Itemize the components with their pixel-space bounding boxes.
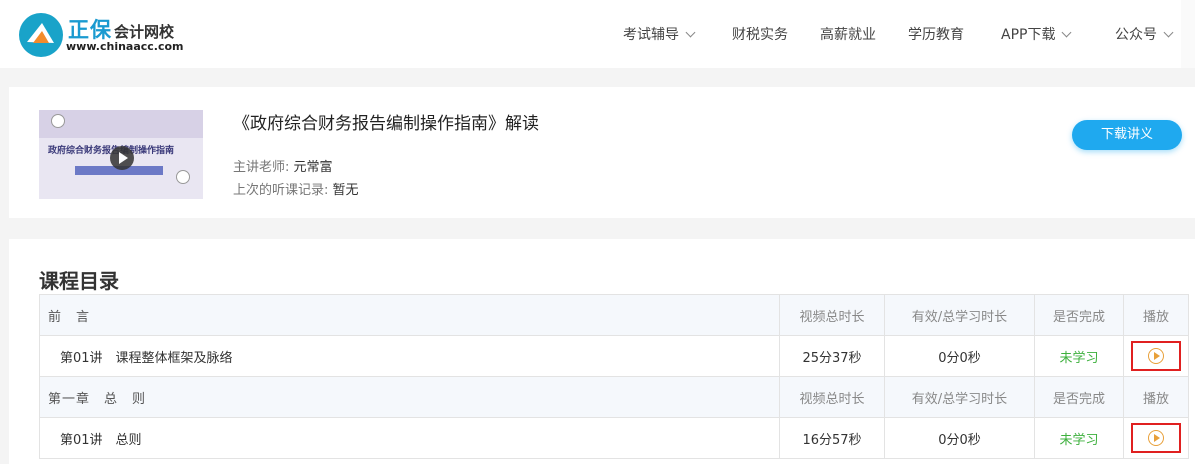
scrollbar[interactable] (1181, 0, 1195, 68)
section-row: 前 言 视频总时长 有效/总学习时长 是否完成 播放 (39, 294, 1189, 336)
catalog-title: 课程目录 (39, 269, 119, 293)
nav-wechat-account[interactable]: 公众号 (1115, 24, 1174, 44)
logo-icon (19, 13, 63, 57)
section-row: 第一章 总 则 视频总时长 有效/总学习时长 是否完成 播放 (39, 376, 1189, 418)
top-header: 正保 会计网校 www.chinaacc.com 考试辅导 财税实务 高薪就业 学… (0, 0, 1195, 68)
last-record-info: 上次的听课记录: 暂无 (233, 183, 359, 198)
course-thumbnail[interactable]: 政府综合财务报告编制操作指南 (39, 110, 203, 199)
lecture-duration: 16分57秒 (779, 417, 885, 459)
teacher-info: 主讲老师: 元常富 (233, 160, 333, 175)
lecture-status: 未学习 (1034, 417, 1124, 459)
play-button[interactable] (1131, 341, 1181, 371)
course-title: 《政府综合财务报告编制操作指南》解读 (233, 114, 539, 134)
nav-exam-guidance[interactable]: 考试辅导 (623, 24, 696, 44)
lecture-duration: 25分37秒 (779, 335, 885, 377)
brand-url: www.chinaacc.com (66, 40, 184, 53)
site-logo[interactable]: 正保 会计网校 www.chinaacc.com (18, 12, 188, 58)
catalog-table: 前 言 视频总时长 有效/总学习时长 是否完成 播放 第01讲 课程整体框架及脉… (39, 294, 1189, 459)
chevron-down-icon (1062, 27, 1072, 38)
nav-degree-education[interactable]: 学历教育 (908, 24, 964, 44)
play-icon (1148, 430, 1164, 446)
lecture-status: 未学习 (1034, 335, 1124, 377)
lecture-study-time: 0分0秒 (884, 417, 1035, 459)
nav-app-download[interactable]: APP下载 (1001, 24, 1072, 44)
download-notes-button[interactable]: 下载讲义 (1072, 120, 1182, 150)
nav-tax-practice[interactable]: 财税实务 (732, 24, 788, 44)
lecture-title[interactable]: 第01讲 总则 (39, 417, 780, 459)
lecture-study-time: 0分0秒 (884, 335, 1035, 377)
lecture-row[interactable]: 第01讲 总则 16分57秒 0分0秒 未学习 (39, 417, 1189, 459)
chevron-down-icon (685, 27, 696, 38)
course-info-card: 政府综合财务报告编制操作指南 《政府综合财务报告编制操作指南》解读 主讲老师: … (9, 87, 1195, 218)
play-icon[interactable] (110, 146, 134, 170)
course-catalog: 课程目录 前 言 视频总时长 有效/总学习时长 是否完成 播放 第01讲 课程整… (9, 239, 1195, 464)
nav-high-salary-jobs[interactable]: 高薪就业 (820, 24, 876, 44)
lecture-title[interactable]: 第01讲 课程整体框架及脉络 (39, 335, 780, 377)
play-button[interactable] (1131, 423, 1181, 453)
chevron-down-icon (1163, 27, 1174, 38)
play-icon (1148, 348, 1164, 364)
lecture-row[interactable]: 第01讲 课程整体框架及脉络 25分37秒 0分0秒 未学习 (39, 335, 1189, 377)
